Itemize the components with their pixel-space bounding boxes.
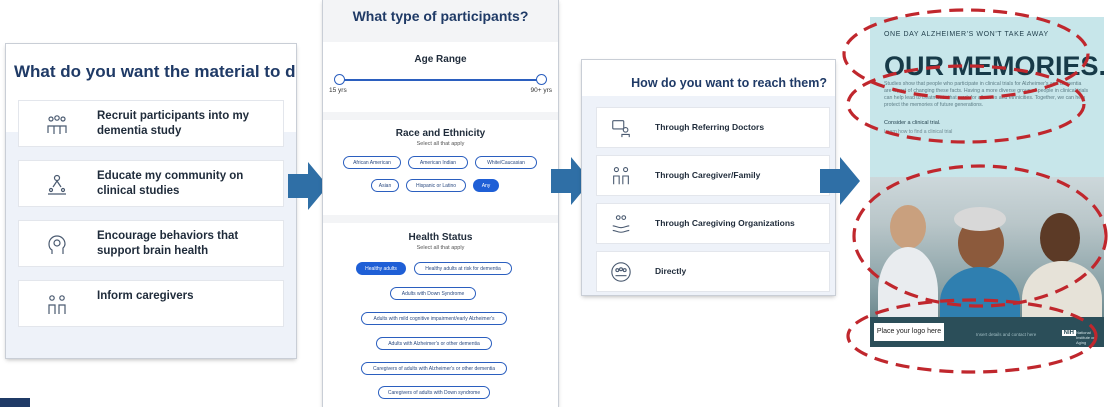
corner-logo — [0, 398, 30, 407]
highlight-annotations — [842, 8, 1108, 374]
